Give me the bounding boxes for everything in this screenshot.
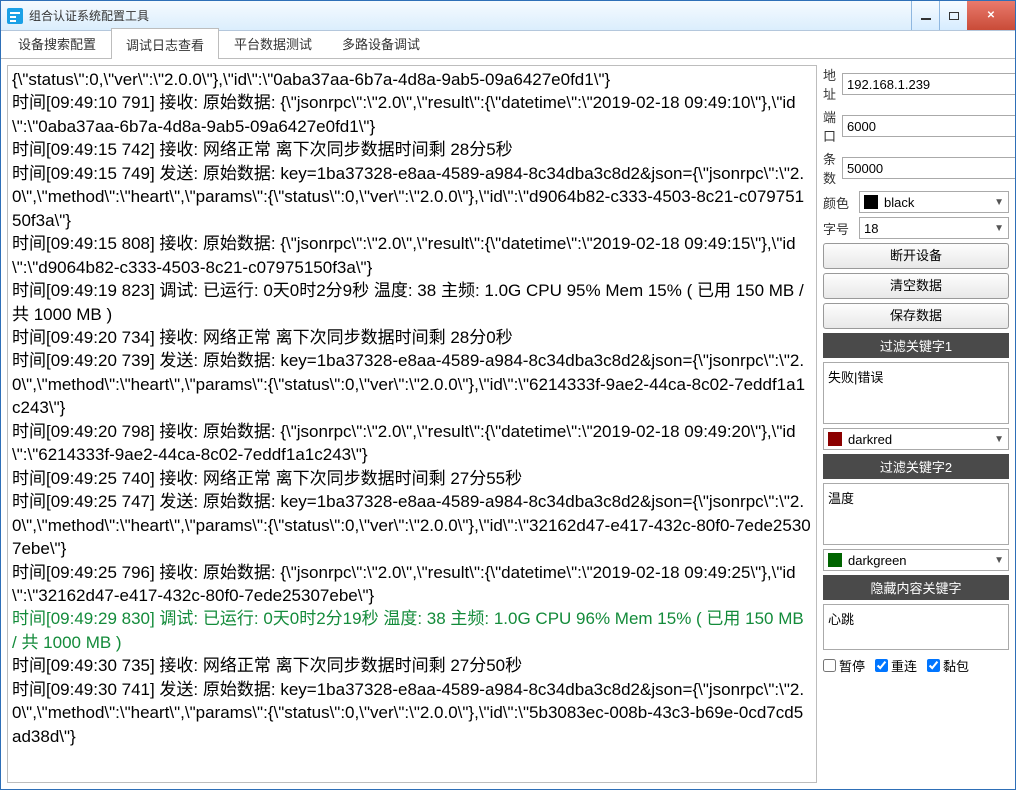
log-line: 时间[09:49:20 739] 发送: 原始数据: key=1ba37328-… (12, 349, 812, 419)
close-icon: ✕ (987, 10, 995, 21)
log-line: 时间[09:49:20 734] 接收: 网络正常 离下次同步数据时间剩 28分… (12, 326, 812, 349)
chevron-down-icon: ▼ (994, 223, 1004, 234)
color-select[interactable]: black ▼ (859, 191, 1009, 213)
log-line: 时间[09:49:19 823] 调试: 已运行: 0天0时2分9秒 温度: 3… (12, 279, 812, 326)
filter2-color-value: darkgreen (848, 553, 907, 568)
pause-checkbox[interactable]: 暂停 (823, 656, 865, 675)
save-button[interactable]: 保存数据 (823, 303, 1009, 329)
count-input[interactable] (842, 157, 1015, 179)
filter1-color-select[interactable]: darkred ▼ (823, 428, 1009, 450)
font-label: 字号 (823, 219, 853, 238)
hide-input[interactable]: 心跳 (823, 604, 1009, 650)
chevron-down-icon: ▼ (994, 434, 1004, 445)
titlebar: 组合认证系统配置工具 ✕ (1, 1, 1015, 31)
chevron-down-icon: ▼ (994, 555, 1004, 566)
log-line: 时间[09:49:15 808] 接收: 原始数据: {\"jsonrpc\":… (12, 232, 812, 279)
content-area: {\"status\":0,\"ver\":\"2.0.0\"},\"id\":… (1, 59, 1015, 789)
port-input[interactable] (842, 115, 1015, 137)
filter1-input[interactable]: 失败|错误 (823, 362, 1009, 424)
font-select[interactable]: 18 ▼ (859, 217, 1009, 239)
filter1-header: 过滤关键字1 (823, 333, 1009, 358)
hide-header: 隐藏内容关键字 (823, 575, 1009, 600)
filter2-input[interactable]: 温度 (823, 483, 1009, 545)
tabbar: 设备搜索配置 调试日志查看 平台数据测试 多路设备调试 (1, 31, 1015, 59)
color-swatch-icon (864, 195, 878, 209)
window-title: 组合认证系统配置工具 (29, 7, 911, 24)
log-line: 时间[09:49:15 742] 接收: 网络正常 离下次同步数据时间剩 28分… (12, 138, 812, 161)
close-button[interactable]: ✕ (967, 1, 1015, 30)
count-label: 条数 (823, 149, 836, 187)
font-select-value: 18 (864, 221, 878, 236)
clear-button[interactable]: 清空数据 (823, 273, 1009, 299)
log-panel[interactable]: {\"status\":0,\"ver\":\"2.0.0\"},\"id\":… (7, 65, 817, 783)
disconnect-button[interactable]: 断开设备 (823, 243, 1009, 269)
sticky-checkbox[interactable]: 黏包 (927, 656, 969, 675)
filter1-color-value: darkred (848, 432, 892, 447)
log-line: 时间[09:49:15 749] 发送: 原始数据: key=1ba37328-… (12, 162, 812, 232)
log-line: 时间[09:49:30 735] 接收: 网络正常 离下次同步数据时间剩 27分… (12, 654, 812, 677)
log-line: 时间[09:49:25 747] 发送: 原始数据: key=1ba37328-… (12, 490, 812, 560)
log-line: 时间[09:49:30 741] 发送: 原始数据: key=1ba37328-… (12, 678, 812, 748)
color-swatch-icon (828, 553, 842, 567)
log-line: 时间[09:49:10 791] 接收: 原始数据: {\"jsonrpc\":… (12, 91, 812, 138)
app-window: 组合认证系统配置工具 ✕ 设备搜索配置 调试日志查看 平台数据测试 多路设备调试… (0, 0, 1016, 790)
log-line: 时间[09:49:20 798] 接收: 原始数据: {\"jsonrpc\":… (12, 420, 812, 467)
minimize-icon (921, 18, 931, 20)
color-swatch-icon (828, 432, 842, 446)
tab-multi-device[interactable]: 多路设备调试 (327, 27, 435, 58)
reconnect-checkbox[interactable]: 重连 (875, 656, 917, 675)
port-label: 端口 (823, 107, 836, 145)
addr-label: 地址 (823, 65, 836, 103)
log-line: 时间[09:49:25 796] 接收: 原始数据: {\"jsonrpc\":… (12, 561, 812, 608)
app-icon (7, 8, 23, 24)
window-controls: ✕ (911, 1, 1015, 30)
options-row: 暂停 重连 黏包 (823, 654, 1009, 675)
maximize-icon (949, 12, 959, 20)
addr-input[interactable] (842, 73, 1015, 95)
log-line: 时间[09:49:29 830] 调试: 已运行: 0天0时2分19秒 温度: … (12, 607, 812, 654)
log-line: {\"status\":0,\"ver\":\"2.0.0\"},\"id\":… (12, 68, 812, 91)
minimize-button[interactable] (911, 1, 939, 30)
tab-debug-log[interactable]: 调试日志查看 (111, 28, 219, 59)
maximize-button[interactable] (939, 1, 967, 30)
side-panel: 地址 端口 条数 颜色 black ▼ (823, 65, 1009, 783)
color-label: 颜色 (823, 193, 853, 212)
tab-device-search[interactable]: 设备搜索配置 (3, 27, 111, 58)
tab-platform-test[interactable]: 平台数据测试 (219, 27, 327, 58)
color-select-value: black (884, 195, 914, 210)
log-line: 时间[09:49:25 740] 接收: 网络正常 离下次同步数据时间剩 27分… (12, 467, 812, 490)
filter2-header: 过滤关键字2 (823, 454, 1009, 479)
chevron-down-icon: ▼ (994, 197, 1004, 208)
filter2-color-select[interactable]: darkgreen ▼ (823, 549, 1009, 571)
